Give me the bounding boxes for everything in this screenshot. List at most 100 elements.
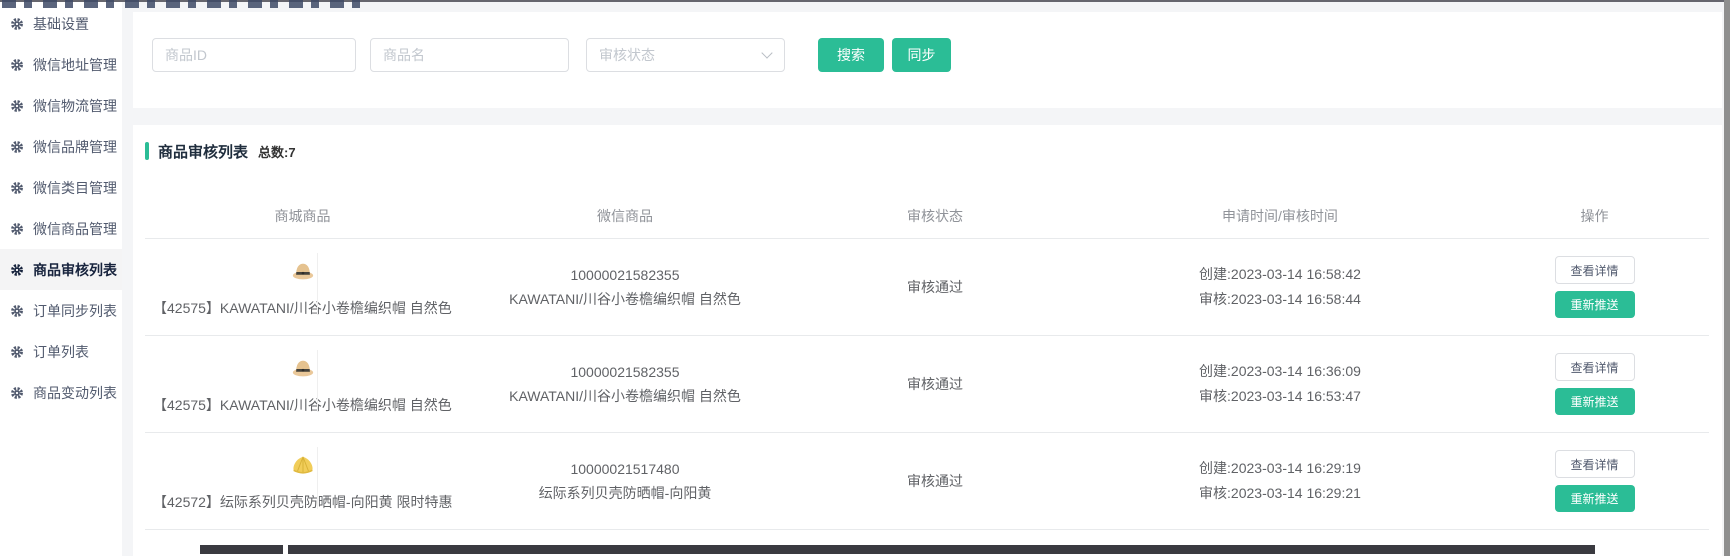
repush-button[interactable]: 重新推送 [1555, 388, 1635, 415]
list-title-row: 商品审核列表 总数:7 [145, 141, 1709, 161]
audited-time: 审核:2023-03-14 16:58:44 [1199, 287, 1361, 312]
view-detail-button[interactable]: 查看详情 [1555, 256, 1635, 284]
straw-hat-product-image [290, 256, 316, 286]
wechat-product-name: KAWATANI/川谷小卷檐编织帽 自然色 [460, 384, 790, 408]
wechat-product-name: KAWATANI/川谷小卷檐编织帽 自然色 [460, 287, 790, 311]
audit-table: 商城商品微信商品审核状态申请时间/审核时间操作 【42575 [145, 194, 1709, 554]
wechat-product-id: 10000021517480 [460, 457, 790, 481]
column-header-4: 操作 [1480, 206, 1709, 226]
sidebar-item-0[interactable]: 基础设置 [0, 3, 122, 44]
sidebar-item-1[interactable]: 微信地址管理 [0, 44, 122, 85]
search-button[interactable]: 搜索 [818, 38, 884, 72]
image-divider [317, 253, 318, 315]
sidebar-item-label: 基础设置 [33, 14, 89, 34]
gear-icon [10, 140, 24, 154]
column-header-3: 申请时间/审核时间 [1080, 206, 1480, 226]
table-row: 【42575】KAWATANI/川谷小卷檐编织帽 自然色 10000021582… [145, 239, 1709, 336]
gear-icon [10, 263, 24, 277]
created-time: 创建:2023-03-14 16:29:19 [1199, 456, 1361, 481]
gear-icon [10, 17, 24, 31]
wechat-product-cell: 10000021582355 KAWATANI/川谷小卷檐编织帽 自然色 [460, 336, 790, 432]
repush-button[interactable]: 重新推送 [1555, 485, 1635, 512]
time-cell: 创建:2023-03-14 16:58:42 审核:2023-03-14 16:… [1080, 239, 1480, 335]
repush-button[interactable]: 重新推送 [1555, 291, 1635, 318]
mall-product-cell: 【42572】纭际系列贝壳防晒帽-向阳黄 限时特惠 [145, 433, 460, 529]
created-time: 创建:2023-03-14 16:36:09 [1199, 359, 1361, 384]
sidebar-item-8[interactable]: 订单列表 [0, 331, 122, 372]
list-title: 商品审核列表 [158, 141, 248, 162]
wechat-product-cell: 10000021517480 纭际系列贝壳防晒帽-向阳黄 [460, 433, 790, 529]
sidebar-item-label: 商品变动列表 [33, 383, 117, 403]
wechat-product-id: 10000021582355 [460, 360, 790, 384]
sidebar-item-2[interactable]: 微信物流管理 [0, 85, 122, 126]
audit-status-cell: 审核通过 [790, 433, 1080, 529]
audit-list-card: 商品审核列表 总数:7 商城商品微信商品审核状态申请时间/审核时间操作 [133, 125, 1722, 556]
sidebar-item-4[interactable]: 微信类目管理 [0, 167, 122, 208]
title-accent-bar [145, 142, 149, 160]
mall-product-name: 【42575】KAWATANI/川谷小卷檐编织帽 自然色 [145, 298, 460, 318]
sidebar-item-7[interactable]: 订单同步列表 [0, 290, 122, 331]
gear-icon [10, 386, 24, 400]
column-header-2: 审核状态 [790, 206, 1080, 226]
mall-product-cell: 【42575】KAWATANI/川谷小卷檐编织帽 自然色 [145, 336, 460, 432]
sidebar-item-9[interactable]: 商品变动列表 [0, 372, 122, 413]
sidebar-item-label: 商品审核列表 [33, 260, 117, 280]
sidebar-item-label: 微信商品管理 [33, 219, 117, 239]
filter-bar: 审核状态 搜索 同步 [133, 12, 1722, 108]
view-detail-button[interactable]: 查看详情 [1555, 450, 1635, 478]
sidebar-item-label: 微信品牌管理 [33, 137, 117, 157]
audited-time: 审核:2023-03-14 16:53:47 [1199, 384, 1361, 409]
actions-cell: 查看详情 重新推送 [1480, 336, 1709, 432]
product-image-wrap [145, 353, 460, 383]
table-header-row: 商城商品微信商品审核状态申请时间/审核时间操作 [145, 194, 1709, 239]
actions-cell: 查看详情 重新推送 [1480, 433, 1709, 529]
audited-time: 审核:2023-03-14 16:29:21 [1199, 481, 1361, 506]
gear-icon [10, 181, 24, 195]
product-image-wrap [145, 450, 460, 480]
wechat-product-cell: 10000021582355 KAWATANI/川谷小卷檐编织帽 自然色 [460, 239, 790, 335]
straw-hat-product-image [290, 353, 316, 383]
sidebar-item-label: 微信类目管理 [33, 178, 117, 198]
sidebar-item-label: 微信物流管理 [33, 96, 117, 116]
time-cell: 创建:2023-03-14 16:36:09 审核:2023-03-14 16:… [1080, 336, 1480, 432]
partial-next-row [145, 530, 1709, 554]
view-detail-button[interactable]: 查看详情 [1555, 353, 1635, 381]
actions-cell: 查看详情 重新推送 [1480, 239, 1709, 335]
sidebar-item-3[interactable]: 微信品牌管理 [0, 126, 122, 167]
gear-icon [10, 99, 24, 113]
status-text: 审核通过 [907, 277, 963, 297]
table-row: 【42572】纭际系列贝壳防晒帽-向阳黄 限时特惠 10000021517480… [145, 433, 1709, 530]
status-text: 审核通过 [907, 374, 963, 394]
column-header-1: 微信商品 [460, 206, 790, 226]
wechat-product-name: 纭际系列贝壳防晒帽-向阳黄 [460, 481, 790, 505]
image-divider [317, 350, 318, 412]
gear-icon [10, 58, 24, 72]
mall-product-name: 【42575】KAWATANI/川谷小卷檐编织帽 自然色 [145, 395, 460, 415]
audit-status-cell: 审核通过 [790, 336, 1080, 432]
sync-button[interactable]: 同步 [892, 38, 951, 72]
mall-product-cell: 【42575】KAWATANI/川谷小卷檐编织帽 自然色 [145, 239, 460, 335]
sidebar-item-label: 微信地址管理 [33, 55, 117, 75]
table-row: 【42575】KAWATANI/川谷小卷檐编织帽 自然色 10000021582… [145, 336, 1709, 433]
list-total-count: 总数:7 [258, 142, 296, 161]
partial-row-content-strip [288, 545, 1595, 554]
vertical-scrollbar[interactable] [1724, 0, 1730, 556]
column-header-0: 商城商品 [145, 206, 460, 226]
product-name-input[interactable] [370, 38, 569, 72]
audit-status-cell: 审核通过 [790, 239, 1080, 335]
sidebar: 基础设置 微信地址管理 微信物流管理 [0, 2, 122, 556]
gear-icon [10, 345, 24, 359]
gear-icon [10, 304, 24, 318]
sidebar-item-label: 订单列表 [33, 342, 89, 362]
sidebar-menu: 基础设置 微信地址管理 微信物流管理 [0, 3, 122, 413]
sidebar-item-5[interactable]: 微信商品管理 [0, 208, 122, 249]
shell-hat-product-image [290, 450, 316, 480]
product-id-input[interactable] [152, 38, 356, 72]
audit-status-select-value[interactable]: 审核状态 [586, 38, 785, 72]
time-cell: 创建:2023-03-14 16:29:19 审核:2023-03-14 16:… [1080, 433, 1480, 529]
product-image-wrap [145, 256, 460, 286]
audit-status-select[interactable]: 审核状态 [586, 38, 785, 72]
sidebar-item-6[interactable]: 商品审核列表 [0, 249, 122, 290]
main-content: 审核状态 搜索 同步 商品审核列表 总数:7 商城商品微信商品审核状态申请时间/… [133, 0, 1722, 556]
created-time: 创建:2023-03-14 16:58:42 [1199, 262, 1361, 287]
